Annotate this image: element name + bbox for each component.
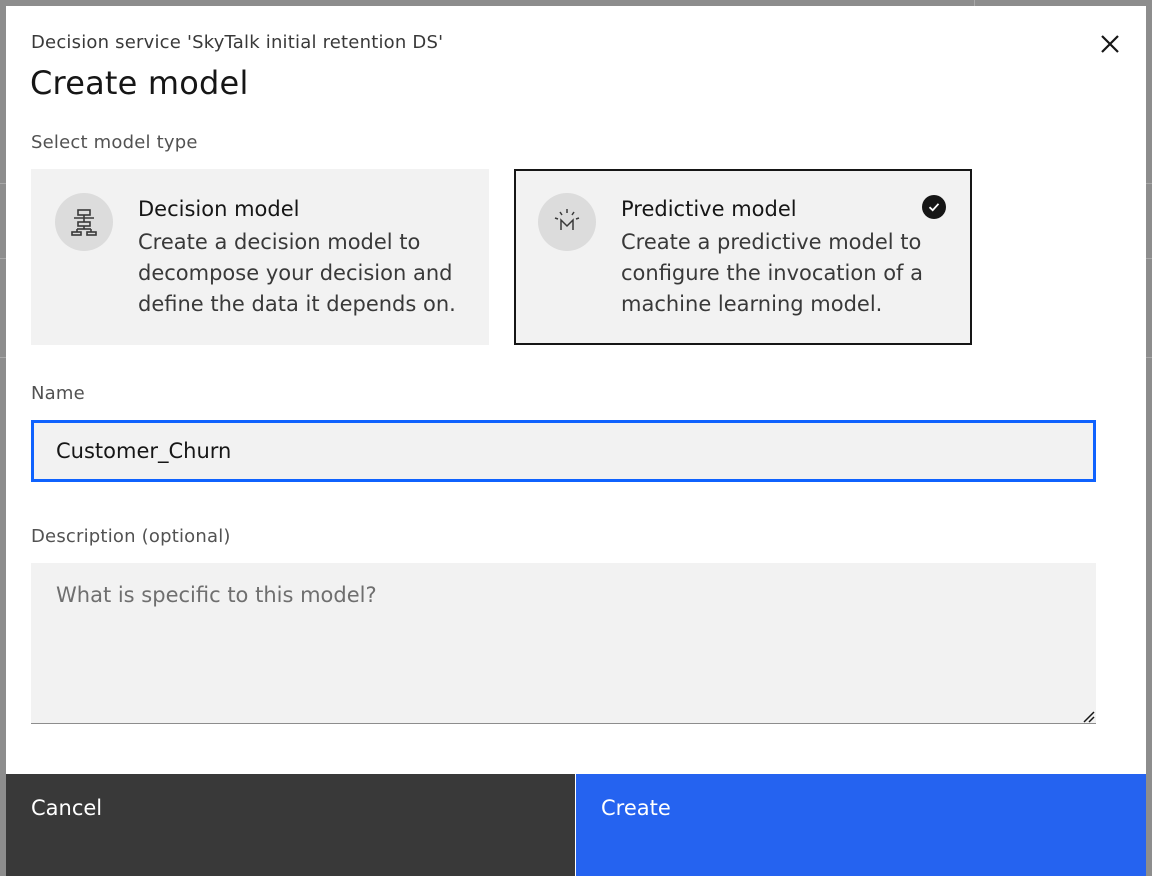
- resize-handle-icon[interactable]: [1081, 709, 1095, 723]
- create-model-modal: Decision service 'SkyTalk initial retent…: [6, 6, 1146, 876]
- background-divider: [1146, 258, 1152, 259]
- background-divider: [1146, 357, 1152, 358]
- modal-label: Decision service 'SkyTalk initial retent…: [31, 32, 444, 53]
- predictive-model-tile[interactable]: Predictive model Create a predictive mod…: [514, 169, 972, 345]
- description-textarea[interactable]: [31, 563, 1096, 724]
- close-button[interactable]: [1092, 26, 1128, 62]
- model-type-label: Select model type: [31, 132, 198, 153]
- name-field-label: Name: [31, 383, 85, 404]
- decision-model-description: Create a decision model to decompose you…: [138, 230, 456, 316]
- create-button[interactable]: Create: [576, 774, 1146, 876]
- predictive-model-title: Predictive model: [621, 197, 797, 221]
- decision-model-title: Decision model: [138, 197, 300, 221]
- decision-model-tile[interactable]: Decision model Create a decision model t…: [31, 169, 489, 345]
- background-divider: [1146, 183, 1152, 184]
- machine-learning-model-icon: [538, 193, 596, 251]
- cancel-button[interactable]: Cancel: [6, 774, 575, 876]
- decision-tree-icon: [55, 193, 113, 251]
- name-input[interactable]: [31, 420, 1096, 482]
- predictive-model-description: Create a predictive model to configure t…: [621, 230, 923, 316]
- description-field-label: Description (optional): [31, 526, 231, 547]
- close-icon: [1101, 35, 1119, 53]
- checkmark-icon: [922, 195, 946, 219]
- modal-heading: Create model: [30, 64, 249, 102]
